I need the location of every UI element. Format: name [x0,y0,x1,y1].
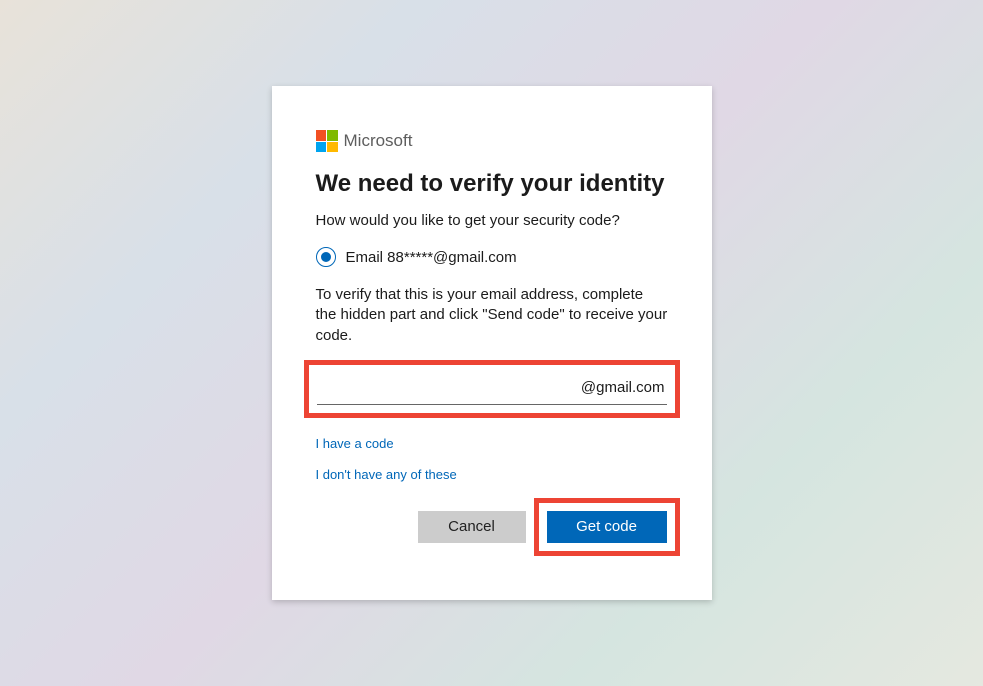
page-title: We need to verify your identity [316,170,668,198]
get-code-button[interactable]: Get code [547,511,667,543]
have-code-link[interactable]: I have a code [316,436,668,451]
microsoft-logo-icon [316,130,338,152]
instruction-text: To verify that this is your email addres… [316,285,668,346]
verify-identity-card: Microsoft We need to verify your identit… [272,86,712,600]
button-row: Cancel Get code [316,498,668,556]
no-options-link[interactable]: I don't have any of these [316,467,668,482]
email-suffix: @gmail.com [581,379,667,396]
radio-button-icon [316,247,336,267]
cancel-button[interactable]: Cancel [418,511,526,543]
brand-name: Microsoft [344,131,413,151]
email-input[interactable] [317,375,581,400]
brand-row: Microsoft [316,130,668,152]
get-code-highlight-box: Get code [534,498,680,556]
subtitle-text: How would you like to get your security … [316,212,668,229]
email-input-wrap: @gmail.com [317,375,667,405]
email-radio-option[interactable]: Email 88*****@gmail.com [316,247,668,267]
radio-label: Email 88*****@gmail.com [346,249,517,266]
input-highlight-box: @gmail.com [304,360,680,418]
